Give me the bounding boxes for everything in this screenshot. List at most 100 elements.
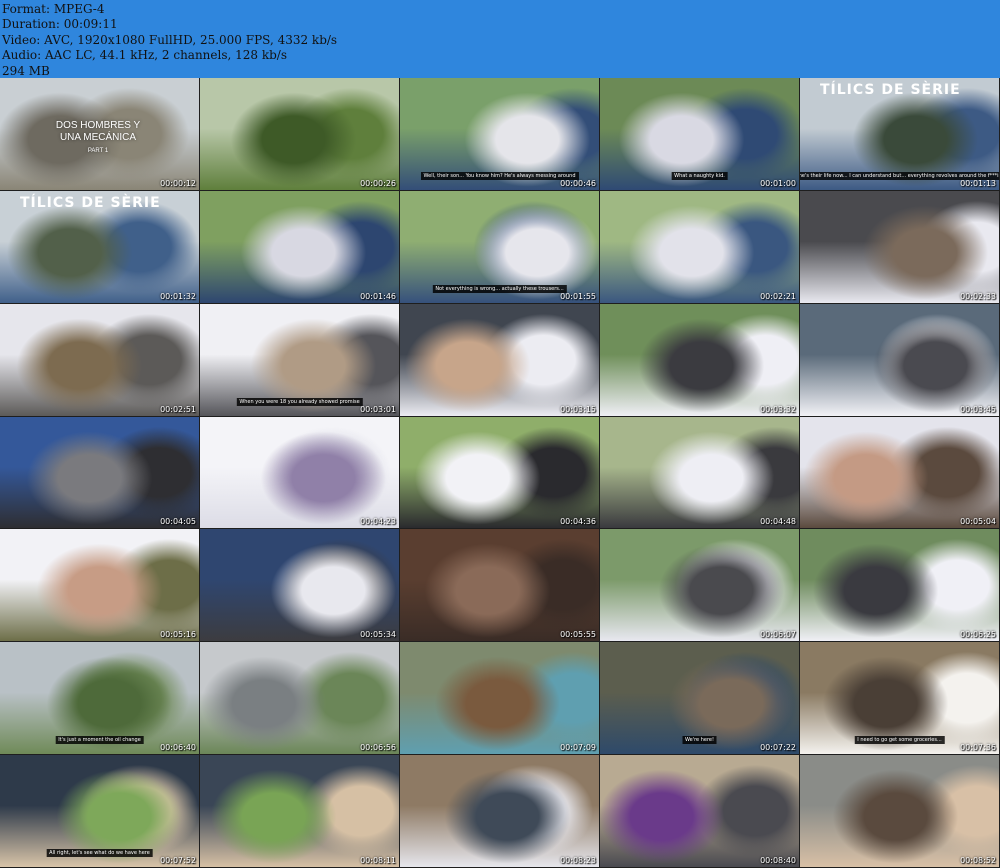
timestamp-label: 00:07:09	[560, 743, 596, 753]
thumbnail-frame	[0, 529, 199, 642]
subtitle-caption: When you were 18 you already showed prom…	[236, 397, 363, 406]
timestamp-label: 00:07:52	[160, 855, 196, 865]
video-thumbnail[interactable]: All right, let's see what do we have her…	[0, 755, 200, 868]
video-thumbnail[interactable]: 00:06:07	[600, 529, 800, 643]
timestamp-label: 00:05:55	[560, 630, 596, 640]
title-card: DOS HOMBRES Y UNA MECÁNICA PART 1	[48, 120, 148, 157]
timestamp-label: 00:03:32	[760, 404, 796, 414]
video-thumbnail[interactable]: DOS HOMBRES Y UNA MECÁNICA PART 1 00:00:12	[0, 78, 200, 191]
thumbnail-frame	[400, 303, 599, 416]
thumbnail-frame	[0, 303, 199, 416]
video-thumbnail[interactable]: 00:04:23	[200, 416, 400, 530]
timestamp-label: 00:07:22	[760, 743, 796, 753]
timestamp-label: 00:03:45	[960, 404, 996, 414]
thumbnail-frame	[200, 755, 399, 867]
video-thumbnail[interactable]: 00:03:32	[600, 303, 800, 417]
video-thumbnail[interactable]: 00:07:09	[400, 642, 600, 756]
thumbnail-frame	[200, 78, 399, 190]
timestamp-label: 00:04:23	[360, 517, 396, 527]
video-thumbnail[interactable]: 00:01:46	[200, 190, 400, 304]
duration-line: Duration: 00:09:11	[2, 17, 118, 32]
video-thumbnail[interactable]: 00:08:23	[400, 755, 600, 868]
video-thumbnail[interactable]: 00:04:36	[400, 416, 600, 530]
timestamp-label: 00:08:23	[560, 855, 596, 865]
video-thumbnail[interactable]: 00:08:40	[600, 755, 800, 868]
timestamp-label: 00:06:07	[760, 630, 796, 640]
subtitle-caption: Not everything is wrong... actually thes…	[432, 284, 567, 293]
video-thumbnail[interactable]: We're here! 00:07:22	[600, 642, 800, 756]
video-thumbnail[interactable]: It's just a moment the oil change 00:06:4…	[0, 642, 200, 756]
video-thumbnail[interactable]: 00:08:11	[200, 755, 400, 868]
video-thumbnail[interactable]: TÍLICS DE SÈRIEWell, he's their life now…	[800, 78, 1000, 191]
video-thumbnail[interactable]: 00:04:05	[0, 416, 200, 530]
thumbnail-frame	[800, 303, 999, 416]
windshield-text: TÍLICS DE SÈRIE	[20, 194, 161, 211]
windshield-text: TÍLICS DE SÈRIE	[820, 82, 961, 98]
timestamp-label: 00:05:34	[360, 630, 396, 640]
thumbnail-frame	[400, 529, 599, 642]
video-thumbnail[interactable]: 00:00:26	[200, 78, 400, 191]
video-thumbnail[interactable]: 00:05:16	[0, 529, 200, 643]
timestamp-label: 00:02:51	[160, 404, 196, 414]
video-thumbnail[interactable]: 00:02:51	[0, 303, 200, 417]
timestamp-label: 00:00:46	[560, 178, 596, 188]
timestamp-label: 00:03:01	[360, 404, 396, 414]
thumbnail-frame	[800, 416, 999, 529]
format-line: Format: MPEG-4	[2, 2, 105, 16]
video-thumbnail[interactable]: 00:05:55	[400, 529, 600, 643]
video-thumbnail[interactable]: 00:02:21	[600, 190, 800, 304]
video-thumbnail[interactable]: I need to go get some groceries... 00:07:…	[800, 642, 1000, 756]
video-thumbnail[interactable]: 00:06:25	[800, 529, 1000, 643]
thumbnail-frame	[400, 642, 599, 755]
audio-line: Audio: AAC LC, 44.1 kHz, 2 channels, 128…	[2, 48, 288, 63]
timestamp-label: 00:00:26	[360, 178, 396, 188]
timestamp-label: 00:06:40	[160, 743, 196, 753]
thumbnail-frame	[600, 755, 799, 867]
file-info-header: Format: MPEG-4 Duration: 00:09:11 Video:…	[0, 0, 1000, 78]
thumbnail-frame	[600, 416, 799, 529]
timestamp-label: 00:05:04	[960, 517, 996, 527]
thumbnail-frame	[800, 755, 999, 867]
timestamp-label: 00:07:36	[960, 743, 996, 753]
thumbnail-frame	[200, 416, 399, 529]
timestamp-label: 00:04:48	[760, 517, 796, 527]
timestamp-label: 00:06:25	[960, 630, 996, 640]
video-thumbnail[interactable]: What a naughty kid. 00:01:00	[600, 78, 800, 191]
timestamp-label: 00:01:55	[560, 291, 596, 301]
video-thumbnail[interactable]: 00:05:04	[800, 416, 1000, 530]
video-line: Video: AVC, 1920x1080 FullHD, 25.000 FPS…	[2, 32, 338, 47]
timestamp-label: 00:00:12	[160, 178, 196, 188]
timestamp-label: 00:05:16	[160, 630, 196, 640]
video-thumbnail[interactable]: Not everything is wrong... actually thes…	[400, 190, 600, 304]
timestamp-label: 00:02:33	[960, 291, 996, 301]
subtitle-caption: It's just a moment the oil change	[55, 736, 144, 745]
video-thumbnail[interactable]: 00:05:34	[200, 529, 400, 643]
timestamp-label: 00:04:36	[560, 517, 596, 527]
video-thumbnail[interactable]: 00:03:15	[400, 303, 600, 417]
thumbnail-frame	[600, 190, 799, 303]
thumbnail-frame	[400, 416, 599, 529]
video-thumbnail[interactable]: TÍLICS DE SÈRIE 00:01:32	[0, 190, 200, 304]
timestamp-label: 00:01:46	[360, 291, 396, 301]
thumbnail-frame	[200, 190, 399, 303]
thumbnail-frame	[800, 190, 999, 303]
subtitle-caption: I need to go get some groceries...	[854, 736, 945, 745]
video-thumbnail[interactable]: 00:02:33	[800, 190, 1000, 304]
timestamp-label: 00:02:21	[760, 291, 796, 301]
timestamp-label: 00:08:40	[760, 855, 796, 865]
video-thumbnail[interactable]: When you were 18 you already showed prom…	[200, 303, 400, 417]
video-thumbnail[interactable]: 00:04:48	[600, 416, 800, 530]
thumbnail-frame	[200, 642, 399, 755]
video-thumbnail[interactable]: 00:06:56	[200, 642, 400, 756]
video-thumbnail[interactable]: Well, their son... You know him? He's al…	[400, 78, 600, 191]
subtitle-caption: Well, their son... You know him? He's al…	[420, 171, 579, 180]
title-text: DOS HOMBRES Y UNA MECÁNICA	[55, 120, 141, 143]
subtitle-caption: What a naughty kid.	[671, 171, 728, 180]
subtitle-caption: All right, let's see what do we have her…	[46, 848, 153, 857]
thumbnail-frame	[600, 303, 799, 416]
thumbnail-frame	[600, 529, 799, 642]
video-thumbnail[interactable]: 00:08:52	[800, 755, 1000, 868]
thumbnail-frame	[0, 416, 199, 529]
video-thumbnail[interactable]: 00:03:45	[800, 303, 1000, 417]
timestamp-label: 00:08:52	[960, 855, 996, 865]
